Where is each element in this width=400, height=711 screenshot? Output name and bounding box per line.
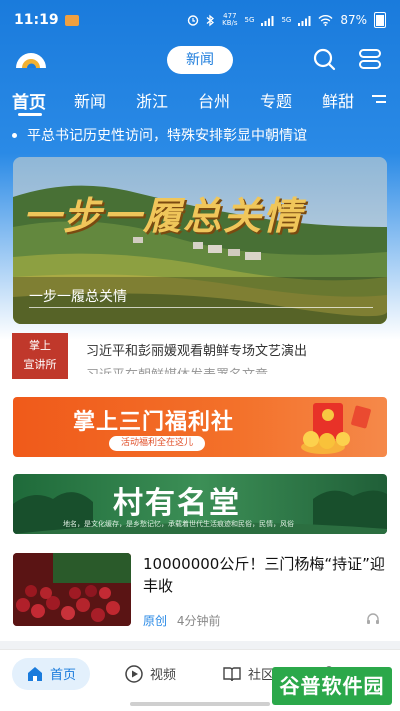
app-logo-icon[interactable] bbox=[14, 48, 48, 70]
battery-percent: 87% bbox=[340, 13, 367, 27]
ticker-bullet bbox=[12, 132, 17, 138]
tab-home[interactable]: 首页 bbox=[12, 88, 46, 113]
signal-icon-2 bbox=[298, 15, 311, 26]
menu-icon[interactable] bbox=[358, 47, 382, 71]
headline-ticker[interactable]: 平总书记历史性访问，特殊安排彰显中朝情谊 bbox=[12, 124, 392, 146]
signal-5g-label: 5G bbox=[244, 15, 255, 24]
nav-community[interactable]: 社区 bbox=[222, 664, 274, 683]
hero-caption: 一步一履总关情 bbox=[29, 289, 127, 305]
gesture-home-bar[interactable] bbox=[130, 702, 270, 706]
alarm-icon bbox=[187, 15, 199, 26]
status-indicators: 477 KB/s 5G 5G 87% bbox=[187, 12, 386, 28]
battery-icon bbox=[374, 12, 386, 28]
channel-tabs: 首页 新闻 浙江 台州 专题 鲜甜 bbox=[0, 86, 400, 116]
nav-community-label: 社区 bbox=[248, 668, 275, 683]
bayberry-image bbox=[13, 553, 131, 626]
welfare-subtitle: 活动福利全在这儿 bbox=[109, 436, 206, 451]
tab-fresh[interactable]: 鲜甜 bbox=[322, 88, 358, 112]
net-speed: 477 KB/s bbox=[222, 13, 237, 27]
watermark-logo: 谷普软件园 bbox=[272, 667, 392, 705]
notification-icon bbox=[64, 14, 79, 26]
nav-home-label: 首页 bbox=[50, 668, 77, 683]
podium-headline-1[interactable]: 习近平和彭丽媛观看朝鲜专场文艺演出 bbox=[86, 340, 307, 359]
home-icon bbox=[28, 666, 42, 681]
podium-logo-line2: 宣讲所 bbox=[23, 358, 57, 371]
nav-video-label: 视频 bbox=[150, 668, 177, 683]
net-speed-unit: KB/s bbox=[222, 19, 238, 27]
signal-icon bbox=[261, 15, 274, 26]
tab-taizhou[interactable]: 台州 bbox=[198, 88, 230, 112]
news-source: 原创 bbox=[143, 614, 168, 628]
tab-special[interactable]: 专题 bbox=[260, 88, 292, 112]
hero-caption-divider bbox=[29, 307, 373, 308]
news-thumbnail[interactable] bbox=[13, 553, 131, 626]
news-channel-pill[interactable]: 新闻 bbox=[167, 46, 233, 74]
news-title[interactable]: 10000000公斤！三门杨梅“持证”迎丰收 bbox=[143, 553, 388, 597]
hero-art-title: 一步一履总关情 bbox=[23, 193, 304, 238]
red-envelope-coins-icon bbox=[301, 403, 371, 454]
signal-5g-label-2: 5G bbox=[281, 15, 292, 24]
headphones-icon[interactable] bbox=[366, 612, 380, 626]
ticker-text: 平总书记历史性访问，特殊安排彰显中朝情谊 bbox=[27, 128, 307, 144]
more-tabs-icon[interactable] bbox=[372, 94, 386, 106]
video-icon bbox=[125, 664, 143, 683]
nav-video[interactable]: 视频 bbox=[124, 664, 176, 683]
welfare-title: 掌上三门福利社 bbox=[73, 410, 235, 435]
village-title: 村有名堂 bbox=[113, 486, 241, 521]
podium-logo[interactable]: 掌上 宣讲所 bbox=[12, 333, 68, 379]
podium-logo-line1: 掌上 bbox=[29, 339, 51, 352]
bluetooth-icon bbox=[206, 14, 215, 26]
village-subtitle: 地名，是文化缓存，是乡愁记忆，承载着世代生活痕迹和民俗，民情，风俗 bbox=[63, 520, 294, 528]
app-bar: 新闻 bbox=[0, 42, 400, 78]
status-bar: 11:19 477 KB/s 5G 5G 87% bbox=[0, 0, 400, 40]
village-banner[interactable]: 村有名堂 地名，是文化缓存，是乡愁记忆，承载着世代生活痕迹和民俗，民情，风俗 bbox=[13, 474, 387, 534]
search-icon[interactable] bbox=[312, 47, 336, 71]
status-time: 11:19 bbox=[14, 12, 59, 28]
wifi-icon bbox=[318, 15, 333, 26]
tab-news[interactable]: 新闻 bbox=[74, 88, 106, 112]
news-time: 4分钟前 bbox=[176, 614, 221, 628]
hero-banner[interactable]: 一步一履总关情 一步一履总关情 bbox=[13, 157, 387, 324]
podium-headline-2[interactable]: 习近平在朝鲜媒体发表署名文章 bbox=[86, 364, 268, 374]
welfare-banner[interactable]: 掌上三门福利社 活动福利全在这儿 bbox=[13, 397, 387, 457]
section-divider bbox=[0, 641, 400, 649]
active-tab-indicator bbox=[18, 113, 42, 116]
book-icon bbox=[223, 666, 241, 681]
nav-home[interactable]: 首页 bbox=[26, 664, 76, 683]
tab-zhejiang[interactable]: 浙江 bbox=[136, 88, 168, 112]
news-meta: 原创 4分钟前 bbox=[143, 612, 220, 629]
